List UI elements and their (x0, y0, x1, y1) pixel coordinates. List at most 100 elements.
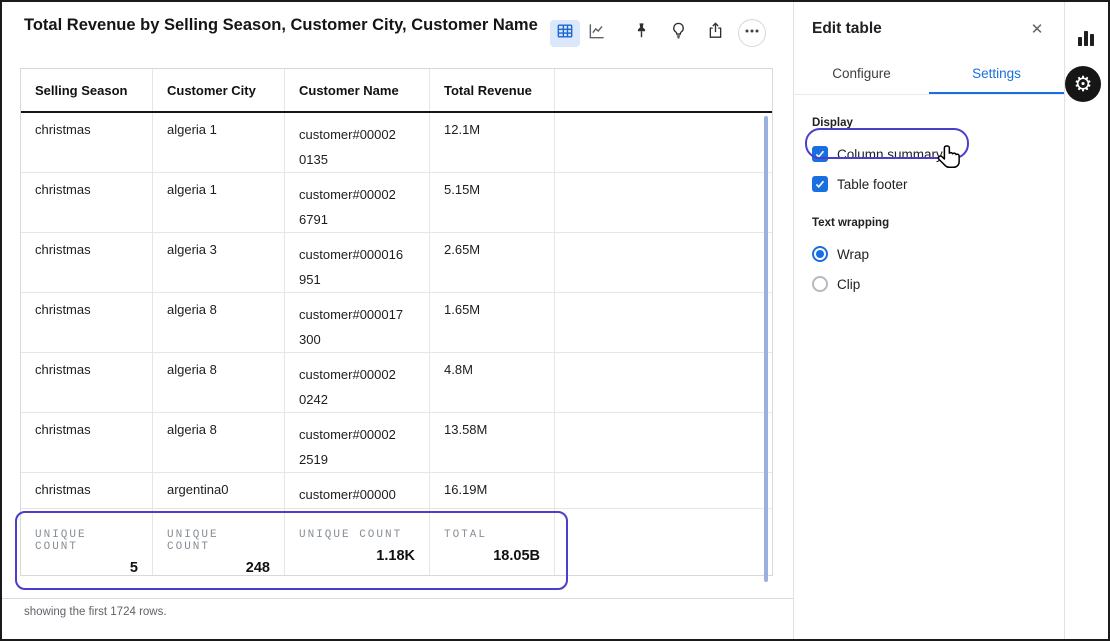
settings-gear-button[interactable]: ⚙ (1065, 66, 1101, 102)
table-row[interactable]: christmas algeria 8 customer#000017300 1… (21, 293, 772, 353)
cell-empty[interactable] (555, 233, 772, 292)
chart-view-icon (587, 21, 607, 46)
cell-customer-name[interactable]: customer#000017300 (285, 293, 430, 352)
wrap-radio[interactable]: Wrap (812, 239, 1046, 269)
clip-radio[interactable]: Clip (812, 269, 1046, 299)
pin-icon (632, 21, 651, 45)
table-view-button[interactable] (550, 20, 580, 47)
table-row[interactable]: christmas algeria 8 customer#000022519 1… (21, 413, 772, 473)
toolbar (550, 17, 766, 49)
cell-customer-name[interactable]: customer#000016951 (285, 233, 430, 292)
summary-cell: UNIQUE COUNT 5 (21, 509, 153, 575)
cell-customer-city[interactable]: algeria 8 (153, 353, 285, 412)
cell-total-revenue[interactable]: 16.19M (430, 473, 555, 508)
chart-view-button[interactable] (582, 20, 612, 47)
cell-customer-city[interactable]: algeria 1 (153, 113, 285, 172)
cell-customer-name[interactable]: customer#000026791 (285, 173, 430, 232)
lightbulb-icon (669, 21, 688, 45)
table-row[interactable]: christmas algeria 8 customer#000020242 4… (21, 353, 772, 413)
cell-selling-season[interactable]: christmas (21, 113, 153, 172)
cell-total-revenue[interactable]: 1.65M (430, 293, 555, 352)
row-count-status: showing the first 1724 rows. (24, 606, 167, 618)
edit-table-panel: Edit table ✕ Configure Settings Display … (793, 2, 1064, 639)
table-row[interactable]: christmas algeria 1 customer#000026791 5… (21, 173, 772, 233)
status-bar: showing the first 1724 rows. (2, 598, 793, 618)
cell-selling-season[interactable]: christmas (21, 233, 153, 292)
wrap-label: Wrap (837, 247, 869, 262)
page-title: Total Revenue by Selling Season, Custome… (24, 16, 538, 35)
cell-total-revenue[interactable]: 4.8M (430, 353, 555, 412)
data-table: Selling Season Customer City Customer Na… (20, 68, 773, 576)
cell-empty[interactable] (555, 173, 772, 232)
display-section-label: Display (812, 117, 1046, 129)
cell-total-revenue[interactable]: 2.65M (430, 233, 555, 292)
cell-empty[interactable] (555, 353, 772, 412)
cell-customer-name[interactable]: customer#000020242 (285, 353, 430, 412)
app-window: Total Revenue by Selling Season, Custome… (0, 0, 1110, 641)
tab-settings[interactable]: Settings (929, 56, 1064, 94)
column-header-empty[interactable] (555, 69, 772, 111)
column-summary-checkbox[interactable]: Column summary (812, 139, 1046, 169)
panel-tabs: Configure Settings (794, 56, 1064, 95)
view-toggle (550, 20, 612, 47)
more-icon (744, 23, 760, 44)
clip-label: Clip (837, 277, 860, 292)
explore-button[interactable] (664, 19, 692, 47)
cell-customer-city[interactable]: algeria 8 (153, 293, 285, 352)
chart-panel-button[interactable] (1076, 28, 1096, 53)
column-header[interactable]: Selling Season (21, 69, 153, 111)
tab-configure[interactable]: Configure (794, 56, 929, 94)
table-footer-checkbox[interactable]: Table footer (812, 169, 1046, 199)
cell-empty[interactable] (555, 473, 772, 508)
cell-customer-name[interactable]: customer#000022519 (285, 413, 430, 472)
cell-customer-name[interactable]: customer#000020135 (285, 113, 430, 172)
pin-button[interactable] (627, 19, 655, 47)
column-header[interactable]: Total Revenue (430, 69, 555, 111)
cell-customer-city[interactable]: argentina0 (153, 473, 285, 508)
cell-customer-city[interactable]: algeria 8 (153, 413, 285, 472)
panel-title: Edit table (812, 20, 882, 38)
summary-cell: UNIQUE COUNT 248 (153, 509, 285, 575)
cell-total-revenue[interactable]: 13.58M (430, 413, 555, 472)
cell-customer-city[interactable]: algeria 3 (153, 233, 285, 292)
cell-selling-season[interactable]: christmas (21, 413, 153, 472)
export-icon (706, 21, 725, 45)
cell-selling-season[interactable]: christmas (21, 473, 153, 508)
cell-empty[interactable] (555, 113, 772, 172)
cell-selling-season[interactable]: christmas (21, 353, 153, 412)
export-button[interactable] (701, 19, 729, 47)
table-view-icon (555, 21, 575, 46)
bar-chart-icon (1076, 35, 1096, 52)
more-button[interactable] (738, 19, 766, 47)
table-scrollbar[interactable] (764, 116, 768, 582)
panel-header: Edit table ✕ (794, 2, 1064, 40)
checkbox-checked-icon (812, 176, 828, 192)
table-header-row: Selling Season Customer City Customer Na… (21, 69, 772, 113)
column-header[interactable]: Customer Name (285, 69, 430, 111)
panel-body: Display Column summary Table footer Text… (794, 95, 1064, 299)
table-footer-label: Table footer (837, 177, 908, 192)
checkbox-checked-icon (812, 146, 828, 162)
close-icon[interactable]: ✕ (1026, 18, 1048, 40)
radio-unselected-icon (812, 276, 828, 292)
summary-cell-empty (555, 509, 772, 575)
cell-customer-name[interactable]: customer#00000 (285, 473, 430, 508)
cell-customer-city[interactable]: algeria 1 (153, 173, 285, 232)
text-wrapping-section-label: Text wrapping (812, 217, 1046, 229)
summary-row: UNIQUE COUNT 5 UNIQUE COUNT 248 UNIQUE C… (21, 509, 772, 575)
cell-selling-season[interactable]: christmas (21, 293, 153, 352)
cell-empty[interactable] (555, 293, 772, 352)
table-row[interactable]: christmas argentina0 customer#00000 16.1… (21, 473, 772, 509)
cell-empty[interactable] (555, 413, 772, 472)
summary-cell: TOTAL 18.05B (430, 509, 555, 575)
table-row[interactable]: christmas algeria 3 customer#000016951 2… (21, 233, 772, 293)
radio-selected-icon (812, 246, 828, 262)
cell-total-revenue[interactable]: 12.1M (430, 113, 555, 172)
column-header[interactable]: Customer City (153, 69, 285, 111)
table-row[interactable]: christmas algeria 1 customer#000020135 1… (21, 113, 772, 173)
cell-selling-season[interactable]: christmas (21, 173, 153, 232)
gear-icon: ⚙ (1074, 72, 1093, 97)
cell-total-revenue[interactable]: 5.15M (430, 173, 555, 232)
column-summary-label: Column summary (837, 147, 943, 162)
summary-cell: UNIQUE COUNT 1.18K (285, 509, 430, 575)
